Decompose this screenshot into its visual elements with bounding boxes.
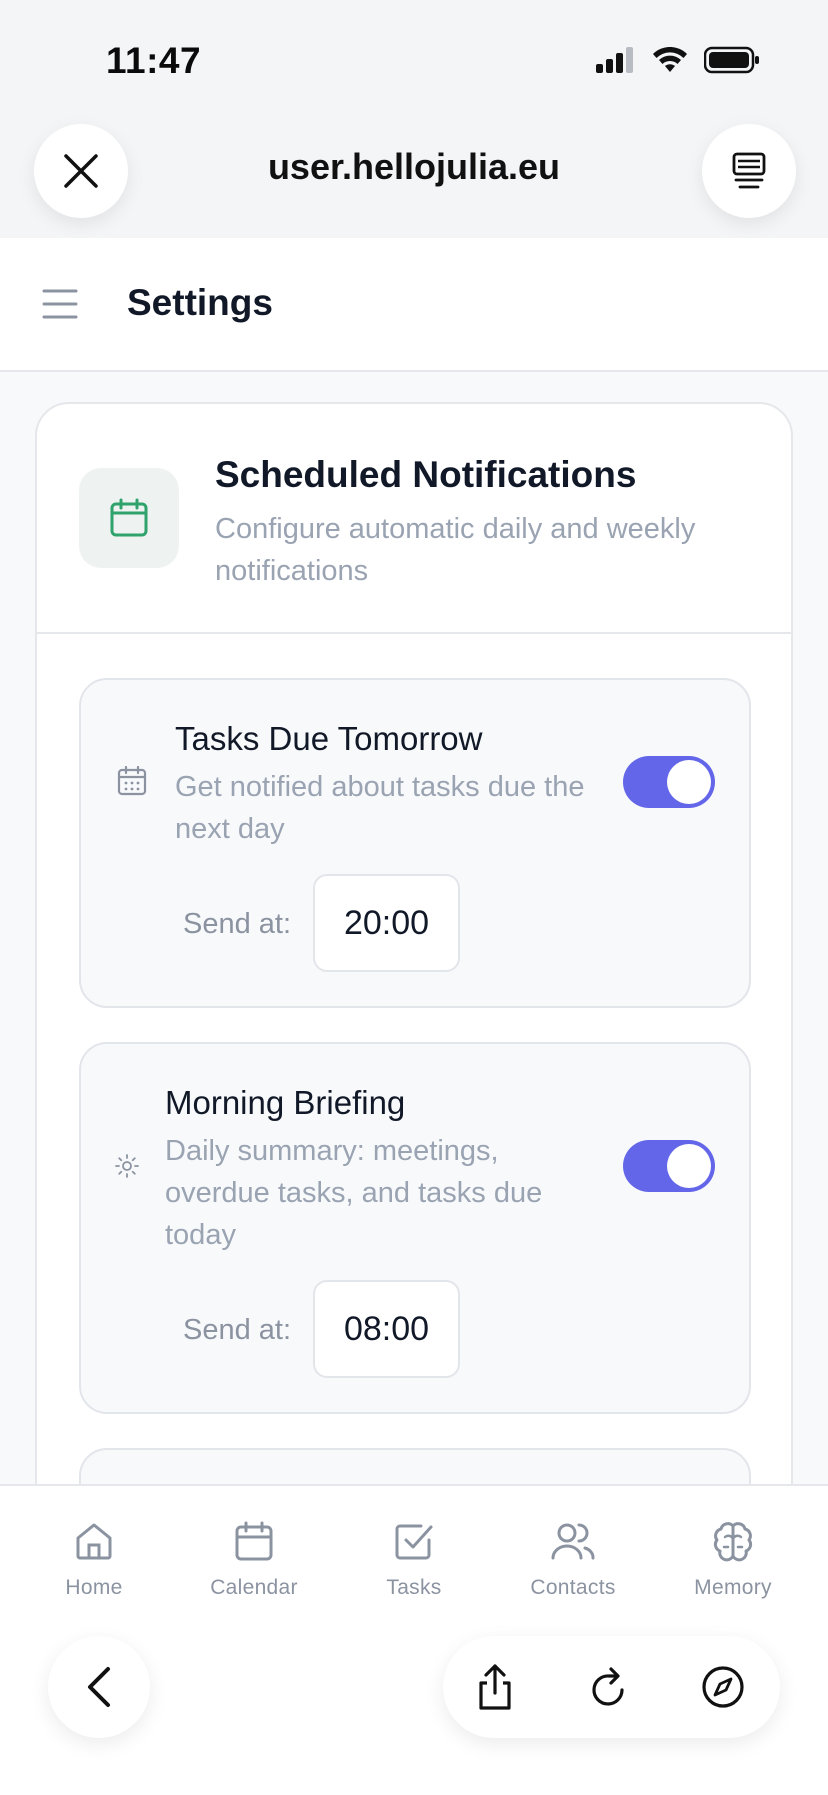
status-icons bbox=[596, 46, 760, 74]
toggle-knob bbox=[667, 1144, 711, 1188]
card-title: Scheduled Notifications bbox=[215, 454, 637, 495]
status-bar: 11:47 bbox=[0, 0, 828, 120]
nav-item-home[interactable]: Home bbox=[14, 1520, 174, 1600]
share-button[interactable] bbox=[470, 1662, 520, 1712]
card-header: Scheduled Notifications Configure automa… bbox=[37, 404, 791, 634]
nav-label: Home bbox=[65, 1576, 123, 1599]
bottom-navigation: Home Calendar Tasks Contacts Memory bbox=[0, 1484, 828, 1634]
notification-morning-briefing: Morning Briefing Daily summary: meetings… bbox=[79, 1042, 751, 1414]
notification-description: Get notified about tasks due the next da… bbox=[175, 771, 585, 845]
scheduled-notifications-card: Scheduled Notifications Configure automa… bbox=[35, 402, 793, 1484]
brain-icon bbox=[713, 1522, 753, 1562]
compass-button[interactable] bbox=[698, 1662, 748, 1712]
hamburger-menu-icon[interactable] bbox=[42, 288, 78, 320]
compass-icon bbox=[702, 1666, 744, 1708]
wifi-icon bbox=[653, 47, 687, 72]
notification-item-partial bbox=[79, 1448, 751, 1484]
nav-label: Memory bbox=[694, 1576, 772, 1599]
browser-back-button[interactable] bbox=[48, 1636, 150, 1738]
send-time-input[interactable]: 08:00 bbox=[313, 1280, 460, 1378]
notification-description: Daily summary: meetings, overdue tasks, … bbox=[165, 1135, 543, 1251]
calendar-icon bbox=[110, 498, 148, 537]
reload-button[interactable] bbox=[584, 1662, 634, 1712]
reload-icon bbox=[592, 1667, 624, 1706]
reader-view-button[interactable] bbox=[702, 124, 796, 218]
morning-briefing-toggle[interactable] bbox=[623, 1140, 715, 1192]
nav-item-contacts[interactable]: Contacts bbox=[493, 1520, 653, 1600]
calendar-grid-icon bbox=[117, 766, 147, 796]
browser-actions bbox=[443, 1636, 780, 1738]
nav-label: Contacts bbox=[530, 1576, 616, 1599]
battery-icon bbox=[704, 46, 759, 74]
share-icon bbox=[479, 1664, 511, 1710]
send-at-label: Send at: bbox=[183, 908, 292, 940]
card-icon-box bbox=[79, 468, 179, 568]
sun-icon bbox=[115, 1154, 139, 1178]
send-at-label: Send at: bbox=[183, 1314, 292, 1346]
notification-tasks-due-tomorrow: Tasks Due Tomorrow Get notified about ta… bbox=[79, 678, 751, 1008]
chevron-left-icon bbox=[88, 1667, 110, 1707]
nav-item-memory[interactable]: Memory bbox=[653, 1520, 813, 1600]
nav-label: Tasks bbox=[386, 1576, 442, 1599]
nav-label: Calendar bbox=[210, 1576, 298, 1599]
cellular-signal-icon bbox=[596, 47, 633, 73]
notification-title: Tasks Due Tomorrow bbox=[175, 720, 483, 757]
notification-title: Morning Briefing bbox=[165, 1084, 406, 1121]
main-content[interactable]: Scheduled Notifications Configure automa… bbox=[0, 372, 828, 1484]
browser-toolbar bbox=[0, 1634, 828, 1795]
card-subtitle: Configure automatic daily and weekly not… bbox=[215, 513, 696, 587]
tasks-due-tomorrow-toggle[interactable] bbox=[623, 756, 715, 808]
home-icon bbox=[76, 1523, 112, 1560]
toggle-knob bbox=[667, 760, 711, 804]
send-time-input[interactable]: 20:00 bbox=[313, 874, 460, 972]
browser-address-bar: user.hellojulia.eu bbox=[0, 120, 828, 238]
reader-icon bbox=[732, 152, 766, 189]
nav-item-tasks[interactable]: Tasks bbox=[334, 1520, 494, 1600]
page-title: Settings bbox=[127, 282, 273, 323]
checkbox-icon bbox=[395, 1524, 433, 1560]
nav-item-calendar[interactable]: Calendar bbox=[174, 1520, 334, 1600]
users-icon bbox=[551, 1523, 595, 1560]
app-header: Settings bbox=[0, 238, 828, 372]
calendar-icon bbox=[235, 1521, 273, 1561]
status-time: 11:47 bbox=[106, 40, 202, 81]
